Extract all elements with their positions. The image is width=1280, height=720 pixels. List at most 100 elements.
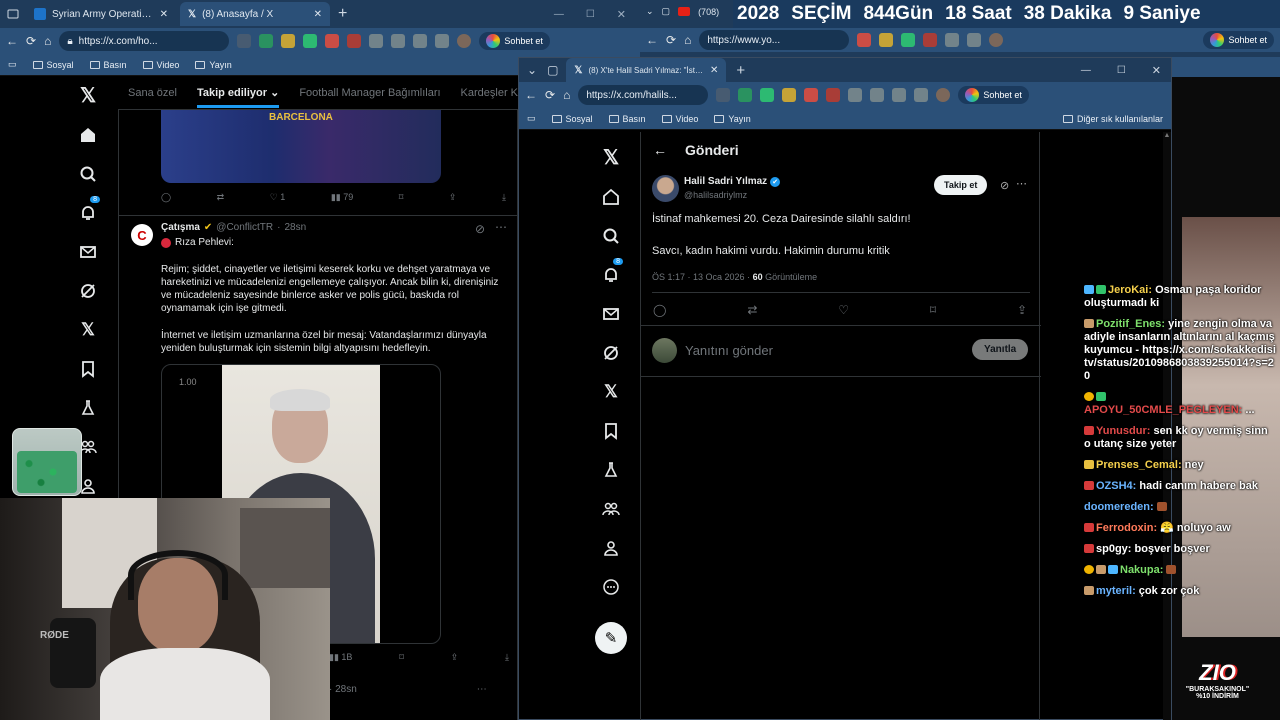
share-icon[interactable]: ⇪	[1017, 303, 1027, 317]
tab-kardesler[interactable]: Kardeşler Kıra	[461, 87, 518, 99]
bookmark-basin[interactable]: Basın	[608, 114, 646, 124]
author-avatar[interactable]	[652, 175, 679, 202]
close-icon[interactable]: ✕	[160, 9, 168, 20]
extension-icon[interactable]	[892, 88, 907, 102]
collections-icon[interactable]: ▭	[8, 59, 17, 70]
chat-user[interactable]: OZSH4:	[1096, 480, 1136, 492]
bell-icon[interactable]: 8	[591, 255, 631, 294]
extension-icon[interactable]	[435, 34, 450, 48]
reply-icon[interactable]: ◯	[161, 192, 171, 203]
bookmark-video[interactable]: Video	[142, 60, 179, 70]
post-button[interactable]: ✎	[595, 621, 627, 654]
bookmark-icon[interactable]: ⌑	[930, 303, 936, 317]
tab-sana-ozel[interactable]: Sana özel	[128, 87, 177, 99]
extension-icon[interactable]	[804, 88, 819, 102]
bookmark-yayin[interactable]: Yayın	[714, 114, 751, 124]
prev-tweet-image[interactable]: BARCELONA	[161, 110, 441, 183]
maximize-icon[interactable]: ☐	[586, 9, 595, 20]
chat-user[interactable]: myteril:	[1096, 585, 1136, 597]
chat-user[interactable]: sp0gy:	[1096, 543, 1131, 555]
refresh-icon[interactable]: ⟳	[26, 34, 36, 48]
extension-icon[interactable]	[967, 33, 982, 47]
tab-anasayfa[interactable]: 𝕏 (8) Anasayfa / X ✕	[180, 2, 330, 26]
scroll-up-icon[interactable]: ▲	[1163, 132, 1171, 139]
tab-takip-ediliyor[interactable]: Takip ediliyor ⌄	[196, 77, 280, 108]
url-field[interactable]: https://x.com/halils...	[578, 85, 709, 105]
top-tab-count[interactable]: (708)	[698, 7, 719, 17]
extension-icon[interactable]	[391, 34, 406, 48]
extension-icon[interactable]	[848, 88, 863, 102]
extension-icon[interactable]	[923, 33, 938, 47]
bookmark-yayin[interactable]: Yayın	[195, 60, 232, 70]
avatar[interactable]	[457, 34, 472, 48]
new-tab-icon[interactable]: +	[338, 5, 347, 23]
x-premium-icon[interactable]: 𝕏	[68, 310, 108, 349]
avatar[interactable]	[936, 88, 951, 102]
reply-avatar[interactable]	[652, 338, 677, 363]
tweet-time[interactable]: 28sn	[284, 222, 306, 233]
bell-icon[interactable]: 8	[68, 193, 108, 232]
author-name[interactable]: Halil Sadri Yılmaz	[684, 176, 767, 187]
extension-icon[interactable]	[413, 34, 428, 48]
author-handle[interactable]: @halilsadriylmz	[684, 190, 747, 200]
extension-icon[interactable]	[782, 88, 797, 102]
url-field[interactable]: https://www.yo...	[699, 30, 850, 50]
search-icon[interactable]	[68, 154, 108, 193]
extension-icon[interactable]	[237, 34, 252, 48]
bookmark-video[interactable]: Video	[661, 114, 698, 124]
more-icon[interactable]: ⋯	[477, 684, 487, 695]
extension-icon[interactable]	[879, 33, 894, 47]
tab-football-manager[interactable]: Football Manager Bağımlıları	[299, 87, 440, 99]
tab-menu-icon[interactable]	[4, 8, 22, 20]
grok-icon[interactable]: ⊘	[1000, 179, 1009, 192]
extension-icon[interactable]	[760, 88, 775, 102]
tab-post[interactable]: 𝕏 (8) X'te Halil Sadri Yılmaz: "İstinaf …	[566, 58, 727, 82]
reply-button[interactable]: Yanıtla	[972, 339, 1029, 360]
retweet-icon[interactable]: ⇄	[217, 192, 225, 203]
bookmark-icon[interactable]	[591, 411, 631, 450]
back-arrow-icon[interactable]: ←	[6, 34, 18, 48]
extension-icon[interactable]	[945, 33, 960, 47]
home-icon[interactable]	[591, 177, 631, 216]
refresh-icon[interactable]: ⟳	[545, 88, 555, 102]
bookmark-icon[interactable]	[68, 349, 108, 388]
bookmark-icon[interactable]: ⌑	[399, 192, 404, 203]
back-arrow-icon[interactable]: ←	[646, 33, 658, 47]
post-icon[interactable]: ✎	[591, 618, 631, 657]
chat-user[interactable]: Ferrodoxin:	[1096, 522, 1157, 534]
home-icon[interactable]: ⌂	[684, 33, 691, 47]
follow-button[interactable]: Takip et	[934, 175, 988, 195]
extension-icon[interactable]	[281, 34, 296, 48]
grok-icon[interactable]	[591, 333, 631, 372]
extension-icon[interactable]	[369, 34, 384, 48]
chat-user[interactable]: Yunusdur:	[1096, 425, 1150, 437]
reply-icon[interactable]: ◯	[653, 303, 666, 317]
chat-button[interactable]: Sohbet et	[958, 86, 1029, 104]
mail-icon[interactable]	[591, 294, 631, 333]
new-tab-icon[interactable]: +	[736, 62, 745, 79]
chat-user[interactable]: doomereden:	[1084, 501, 1154, 513]
bookmark-sosyal[interactable]: Sosyal	[32, 60, 74, 70]
x-premium-icon[interactable]: 𝕏	[591, 372, 631, 411]
bookmark-sosyal[interactable]: Sosyal	[551, 114, 593, 124]
download-icon[interactable]: ⤓	[505, 652, 509, 663]
share-icon[interactable]: ⇪	[451, 652, 459, 663]
tab-menu-icon[interactable]: ⌄	[527, 63, 537, 77]
x-logo-icon[interactable]: 𝕏	[68, 76, 108, 115]
collections-icon[interactable]: ▭	[527, 113, 536, 124]
more-icon[interactable]	[591, 567, 631, 606]
bookmark-basin[interactable]: Basın	[89, 60, 127, 70]
flask-icon[interactable]	[591, 450, 631, 489]
reply-input[interactable]: Yanıtını gönder	[685, 343, 773, 358]
extension-icon[interactable]	[303, 34, 318, 48]
avatar[interactable]: C	[131, 224, 153, 246]
extension-icon[interactable]	[325, 34, 340, 48]
more-icon[interactable]: ⋯	[495, 220, 507, 234]
extension-icon[interactable]	[870, 88, 885, 102]
close-window-icon[interactable]: ✕	[617, 8, 626, 21]
extension-icon[interactable]	[716, 88, 731, 102]
extension-icon[interactable]	[901, 33, 916, 47]
close-icon[interactable]: ✕	[314, 9, 322, 20]
download-icon[interactable]: ⤓	[502, 192, 506, 203]
chat-user[interactable]: Prenses_Cemal:	[1096, 459, 1182, 471]
